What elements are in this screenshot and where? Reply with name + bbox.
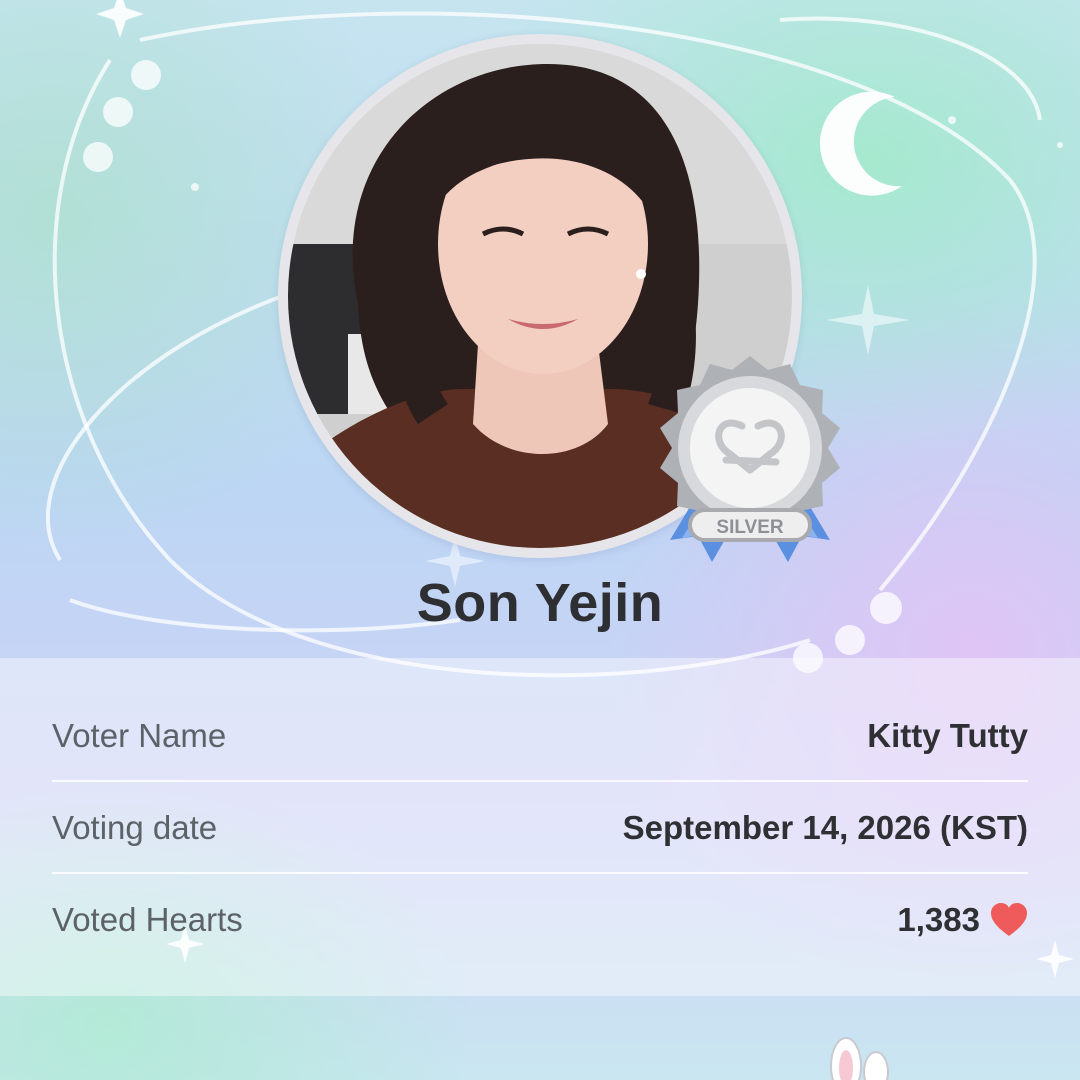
voting-date-label: Voting date — [52, 809, 218, 846]
badge-label: SILVER — [716, 517, 783, 538]
voted-hearts-value-group: 1,383 — [897, 901, 1028, 939]
voter-name-row: Voter Name Kitty Tutty — [52, 690, 1028, 782]
sparkle-icon — [96, 0, 144, 38]
sparkle-icon — [826, 285, 910, 355]
idol-name: Son Yejin — [416, 573, 664, 633]
voted-hearts-row: Voted Hearts 1,383 — [52, 874, 1028, 966]
voting-date-row: Voting date September 14, 2026 (KST) — [52, 782, 1028, 874]
voter-name-label: Voter Name — [52, 717, 227, 754]
heart-icon — [991, 903, 1027, 936]
voting-date-value: September 14, 2026 (KST) — [622, 809, 1028, 846]
vote-info-panel: Voter Name Kitty Tutty Voting date Septe… — [0, 658, 1080, 996]
voter-name-value: Kitty Tutty — [867, 717, 1028, 754]
voted-hearts-value: 1,383 — [897, 901, 980, 938]
silver-medal-icon: SILVER — [660, 356, 840, 562]
bunny-ears-icon — [830, 1037, 889, 1080]
voted-hearts-label: Voted Hearts — [52, 901, 243, 938]
moon-icon — [819, 91, 902, 196]
